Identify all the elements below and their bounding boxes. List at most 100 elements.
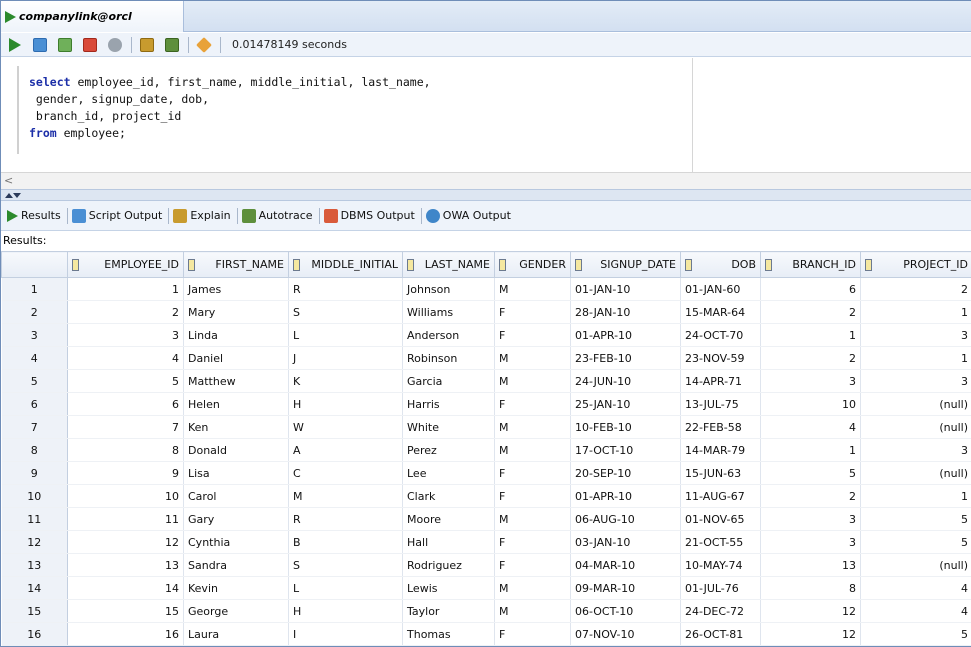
- table-cell[interactable]: 09-MAR-10: [570, 576, 681, 600]
- table-cell[interactable]: George: [183, 599, 289, 623]
- table-cell[interactable]: 1: [760, 323, 861, 347]
- column-header-gender[interactable]: GENDER: [494, 251, 571, 278]
- column-header-dob[interactable]: DOB: [680, 251, 761, 278]
- table-cell[interactable]: (null): [860, 415, 971, 439]
- table-row[interactable]: 1 1 James R Johnson M 01-JAN-10 01-JAN-60 6 2: [1, 277, 971, 301]
- table-cell[interactable]: Helen: [183, 392, 289, 416]
- table-cell[interactable]: 01-APR-10: [570, 484, 681, 508]
- table-cell[interactable]: 4: [860, 599, 971, 623]
- table-cell[interactable]: 3: [860, 369, 971, 393]
- table-cell[interactable]: 12: [760, 599, 861, 623]
- table-cell[interactable]: 7: [67, 415, 184, 439]
- table-cell[interactable]: S: [288, 553, 403, 577]
- table-row[interactable]: 11 11 Gary R Moore M 06-AUG-10 01-NOV-65 3 5: [1, 507, 971, 531]
- table-cell[interactable]: M: [494, 599, 571, 623]
- table-cell[interactable]: R: [288, 277, 403, 301]
- table-cell[interactable]: F: [494, 553, 571, 577]
- sort-icon[interactable]: [765, 258, 772, 271]
- table-row[interactable]: 16 16 Laura I Thomas F 07-NOV-10 26-OCT-81 12 5: [1, 622, 971, 646]
- row-number-cell[interactable]: 8: [1, 438, 68, 462]
- tab-results[interactable]: Results: [5, 206, 65, 226]
- table-row[interactable]: 2 2 Mary S Williams F 28-JAN-10 15-MAR-64 2 1: [1, 300, 971, 324]
- table-cell[interactable]: 22-FEB-58: [680, 415, 761, 439]
- table-cell[interactable]: 20-SEP-10: [570, 461, 681, 485]
- table-cell[interactable]: 10-MAY-74: [680, 553, 761, 577]
- row-number-cell[interactable]: 14: [1, 576, 68, 600]
- table-cell[interactable]: Harris: [402, 392, 495, 416]
- table-cell[interactable]: 13: [760, 553, 861, 577]
- table-cell[interactable]: Moore: [402, 507, 495, 531]
- row-number-cell[interactable]: 11: [1, 507, 68, 531]
- table-cell[interactable]: M: [494, 369, 571, 393]
- table-cell[interactable]: B: [288, 530, 403, 554]
- sql-code[interactable]: select employee_id, first_name, middle_i…: [29, 74, 431, 142]
- table-cell[interactable]: M: [494, 346, 571, 370]
- table-cell[interactable]: 3: [67, 323, 184, 347]
- column-header-branch-id[interactable]: BRANCH_ID: [760, 251, 861, 278]
- run-statement-button[interactable]: [5, 35, 24, 54]
- table-cell[interactable]: 5: [760, 461, 861, 485]
- row-number-cell[interactable]: 13: [1, 553, 68, 577]
- table-cell[interactable]: 1: [860, 346, 971, 370]
- table-cell[interactable]: Daniel: [183, 346, 289, 370]
- row-number-cell[interactable]: 3: [1, 323, 68, 347]
- table-cell[interactable]: 28-JAN-10: [570, 300, 681, 324]
- table-cell[interactable]: M: [494, 438, 571, 462]
- table-cell[interactable]: 1: [760, 438, 861, 462]
- sql-editor[interactable]: select employee_id, first_name, middle_i…: [1, 58, 971, 189]
- table-cell[interactable]: Linda: [183, 323, 289, 347]
- table-row[interactable]: 12 12 Cynthia B Hall F 03-JAN-10 21-OCT-55 3 5: [1, 530, 971, 554]
- autotrace-button[interactable]: [162, 35, 181, 54]
- table-cell[interactable]: 11: [67, 507, 184, 531]
- table-cell[interactable]: M: [494, 576, 571, 600]
- collapse-up-icon[interactable]: [5, 193, 13, 198]
- rollback-button[interactable]: [80, 35, 99, 54]
- table-cell[interactable]: 21-OCT-55: [680, 530, 761, 554]
- table-cell[interactable]: 16: [67, 622, 184, 646]
- table-cell[interactable]: M: [288, 484, 403, 508]
- tab-autotrace[interactable]: Autotrace: [240, 206, 317, 226]
- row-number-cell[interactable]: 16: [1, 622, 68, 646]
- row-number-cell[interactable]: 15: [1, 599, 68, 623]
- table-cell[interactable]: 2: [760, 484, 861, 508]
- table-cell[interactable]: L: [288, 323, 403, 347]
- table-row[interactable]: 3 3 Linda L Anderson F 01-APR-10 24-OCT-70 1 3: [1, 323, 971, 347]
- pane-splitter[interactable]: [1, 189, 971, 201]
- column-header-employee-id[interactable]: EMPLOYEE_ID: [67, 251, 184, 278]
- table-cell[interactable]: 2: [760, 346, 861, 370]
- table-cell[interactable]: 3: [760, 530, 861, 554]
- table-cell[interactable]: A: [288, 438, 403, 462]
- row-number-cell[interactable]: 7: [1, 415, 68, 439]
- table-cell[interactable]: 15-JUN-63: [680, 461, 761, 485]
- clear-button[interactable]: [194, 35, 213, 54]
- table-cell[interactable]: F: [494, 300, 571, 324]
- table-cell[interactable]: 8: [67, 438, 184, 462]
- commit-button[interactable]: [55, 35, 74, 54]
- table-cell[interactable]: 6: [760, 277, 861, 301]
- scroll-left-icon[interactable]: <: [4, 174, 13, 187]
- table-row[interactable]: 7 7 Ken W White M 10-FEB-10 22-FEB-58 4 (null): [1, 415, 971, 439]
- tab-dbms-output[interactable]: DBMS Output: [322, 206, 419, 226]
- table-cell[interactable]: Mary: [183, 300, 289, 324]
- table-row[interactable]: 8 8 Donald A Perez M 17-OCT-10 14-MAR-79 1 3: [1, 438, 971, 462]
- table-cell[interactable]: 3: [860, 438, 971, 462]
- table-cell[interactable]: Donald: [183, 438, 289, 462]
- tab-script-output[interactable]: Script Output: [70, 206, 167, 226]
- table-cell[interactable]: Gary: [183, 507, 289, 531]
- table-cell[interactable]: Laura: [183, 622, 289, 646]
- table-cell[interactable]: L: [288, 576, 403, 600]
- table-cell[interactable]: 26-OCT-81: [680, 622, 761, 646]
- row-number-cell[interactable]: 9: [1, 461, 68, 485]
- table-cell[interactable]: 9: [67, 461, 184, 485]
- table-cell[interactable]: Cynthia: [183, 530, 289, 554]
- table-cell[interactable]: 1: [860, 484, 971, 508]
- table-cell[interactable]: 24-OCT-70: [680, 323, 761, 347]
- table-cell[interactable]: R: [288, 507, 403, 531]
- table-cell[interactable]: 23-FEB-10: [570, 346, 681, 370]
- tab-explain[interactable]: Explain: [171, 206, 234, 226]
- table-cell[interactable]: Perez: [402, 438, 495, 462]
- table-cell[interactable]: Lisa: [183, 461, 289, 485]
- collapse-down-icon[interactable]: [13, 193, 21, 198]
- table-cell[interactable]: 4: [67, 346, 184, 370]
- column-header-last-name[interactable]: LAST_NAME: [402, 251, 495, 278]
